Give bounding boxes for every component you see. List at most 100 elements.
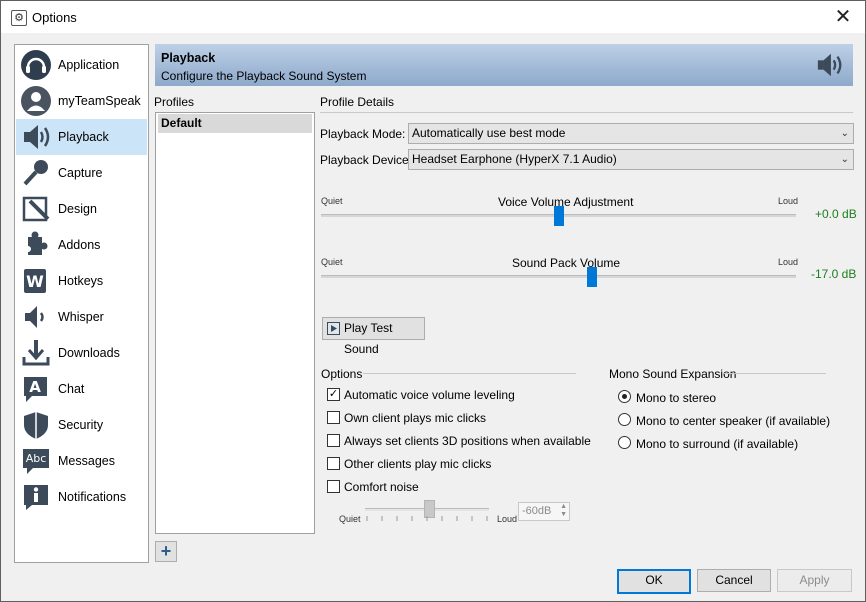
- chat-icon: A: [24, 377, 47, 402]
- profile-details-heading: Profile Details: [320, 95, 395, 109]
- cancel-button[interactable]: Cancel: [697, 569, 771, 592]
- checkbox-label[interactable]: Comfort noise: [344, 480, 419, 494]
- apply-button[interactable]: Apply: [777, 569, 852, 592]
- comfort-noise-min-label: Quiet: [339, 514, 361, 524]
- checkbox[interactable]: [327, 434, 340, 447]
- playback-mode-label: Playback Mode:: [320, 127, 406, 141]
- sidebar-item-label: Chat: [58, 382, 85, 396]
- playback-device-value: Headset Earphone (HyperX 7.1 Audio): [412, 152, 617, 166]
- chevron-down-icon: ⌄: [840, 154, 849, 165]
- svg-text:W: W: [26, 272, 44, 291]
- sound-pack-value: -17.0 dB: [811, 267, 857, 281]
- sidebar-item-addons[interactable]: Addons: [16, 227, 147, 263]
- radio-label[interactable]: Mono to center speaker (if available): [636, 414, 830, 428]
- sidebar-item-messages[interactable]: Abc Messages: [16, 443, 147, 479]
- sidebar-item-chat[interactable]: A Chat: [16, 371, 147, 407]
- sidebar-item-label: Hotkeys: [58, 274, 104, 288]
- sidebar-item-label: Downloads: [58, 346, 120, 360]
- sidebar-item-label: Capture: [58, 166, 103, 180]
- sound-pack-title: Sound Pack Volume: [512, 256, 621, 270]
- checkbox[interactable]: ✓: [327, 388, 340, 401]
- sidebar-item-capture[interactable]: Capture: [16, 155, 147, 191]
- comfort-noise-spinbox[interactable]: -60dB ▲ ▼: [518, 502, 570, 521]
- profiles-heading: Profiles: [154, 95, 195, 109]
- play-icon: [327, 322, 340, 335]
- sidebar-item-label: myTeamSpeak: [58, 94, 141, 108]
- download-icon: [22, 340, 50, 366]
- voice-volume-max-label: Loud: [778, 196, 799, 206]
- spin-arrows-icon[interactable]: ▲ ▼: [560, 503, 567, 519]
- checkbox[interactable]: [327, 480, 340, 493]
- sidebar-item-downloads[interactable]: Downloads: [16, 335, 147, 371]
- checkbox[interactable]: [327, 457, 340, 470]
- voice-volume-title: Voice Volume Adjustment: [498, 195, 634, 209]
- voice-volume-slider[interactable]: [553, 206, 564, 226]
- sidebar-item-security[interactable]: Security: [16, 407, 147, 443]
- sidebar-item-whisper[interactable]: Whisper: [16, 299, 147, 335]
- shield-icon: [24, 412, 48, 439]
- svg-text:Abc: Abc: [26, 452, 47, 465]
- radio-label[interactable]: Mono to stereo: [636, 391, 716, 405]
- sidebar-item-hotkeys[interactable]: W Hotkeys: [16, 263, 147, 299]
- sound-pack-max-label: Loud: [778, 257, 799, 267]
- profiles-list: Default: [155, 112, 315, 534]
- keyboard-icon: W: [24, 269, 46, 293]
- speaker-icon: [817, 53, 842, 77]
- playback-mode-select[interactable]: Automatically use best mode ⌄: [408, 123, 854, 144]
- sidebar-item-label: Messages: [58, 454, 115, 468]
- user-icon: [21, 86, 51, 116]
- headset-icon: [21, 50, 51, 80]
- chevron-down-icon: ⌄: [840, 128, 849, 139]
- voice-volume-value: +0.0 dB: [815, 207, 857, 221]
- checkbox-label[interactable]: Own client plays mic clicks: [344, 411, 486, 425]
- sound-pack-track: [321, 275, 796, 278]
- divider: [723, 373, 826, 374]
- sidebar-item-notifications[interactable]: Notifications: [16, 479, 147, 515]
- comfort-noise-ticks: [366, 516, 488, 521]
- close-icon[interactable]: ✕: [821, 1, 865, 33]
- playback-device-label: Playback Device:: [320, 153, 413, 167]
- info-icon: [24, 485, 48, 510]
- add-profile-button[interactable]: +: [155, 541, 177, 562]
- ok-button[interactable]: OK: [617, 569, 691, 594]
- sidebar-item-application[interactable]: Application: [16, 47, 147, 83]
- sidebar-item-label: Whisper: [58, 310, 104, 324]
- radio-button[interactable]: [618, 413, 631, 426]
- playback-device-select[interactable]: Headset Earphone (HyperX 7.1 Audio) ⌄: [408, 149, 854, 170]
- puzzle-icon: [25, 231, 48, 255]
- sound-pack-min-label: Quiet: [321, 257, 343, 267]
- microphone-icon: [23, 160, 48, 186]
- settings-app-icon: ⚙: [11, 10, 27, 26]
- radio-button[interactable]: [618, 436, 631, 449]
- comfort-noise-max-label: Loud: [497, 514, 518, 524]
- svg-text:A: A: [29, 378, 41, 396]
- sidebar-item-playback[interactable]: Playback: [16, 119, 147, 155]
- radio-label[interactable]: Mono to surround (if available): [636, 437, 798, 451]
- voice-volume-min-label: Quiet: [321, 196, 343, 206]
- checkbox[interactable]: [327, 411, 340, 424]
- sidebar-item-label: Notifications: [58, 490, 127, 504]
- play-test-sound-button[interactable]: Play Test Sound: [322, 317, 425, 356]
- checkbox-label[interactable]: Always set clients 3D positions when ava…: [344, 434, 591, 448]
- radio-button[interactable]: [618, 390, 631, 403]
- sidebar-item-label: Application: [58, 58, 120, 72]
- sidebar-item-label: Security: [58, 418, 104, 432]
- sidebar-item-myteamspeak[interactable]: myTeamSpeak: [16, 83, 147, 119]
- checkbox-label[interactable]: Other clients play mic clicks: [344, 457, 491, 471]
- list-item[interactable]: Default: [158, 114, 312, 133]
- checkbox-label[interactable]: Automatic voice volume leveling: [344, 388, 515, 402]
- sidebar-item-label: Design: [58, 202, 97, 216]
- sidebar: Application myTeamSpeak Playback Capture…: [14, 44, 149, 563]
- divider: [320, 112, 853, 113]
- comfort-noise-value: -60dB: [522, 505, 552, 517]
- sidebar-item-design[interactable]: Design: [16, 191, 147, 227]
- page-title: Playback: [161, 51, 216, 65]
- play-test-sound-label: Play Test Sound: [344, 321, 393, 356]
- page-header: Playback Configure the Playback Sound Sy…: [155, 44, 853, 86]
- sidebar-item-label: Addons: [58, 238, 101, 252]
- speaker-icon: [24, 125, 50, 149]
- sound-pack-slider[interactable]: [586, 267, 597, 287]
- page-subtitle: Configure the Playback Sound System: [161, 69, 367, 83]
- window-title: Options: [32, 10, 77, 25]
- options-window: ⚙ Options ✕ Application myTeamSpeak Play…: [0, 0, 866, 602]
